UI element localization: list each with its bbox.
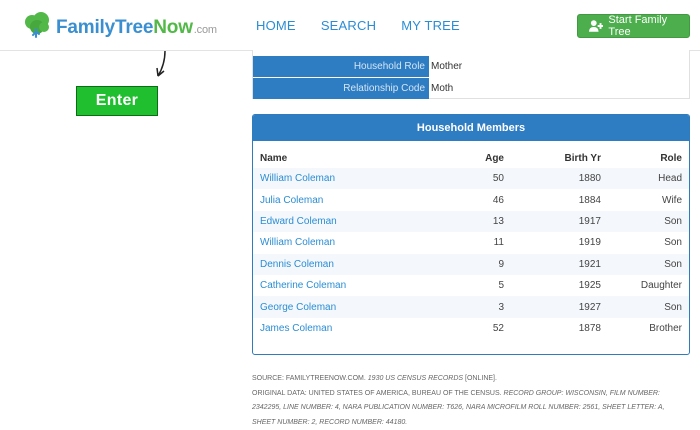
logo-now: Now <box>153 17 193 38</box>
member-birth-yr: 1880 <box>511 168 608 189</box>
start-family-tree-label: Start Family Tree <box>608 14 689 38</box>
pointer-arrow-icon <box>150 50 170 82</box>
source-suffix: [ONLINE]. <box>463 375 497 382</box>
member-birth-yr: 1927 <box>511 296 608 317</box>
member-role: Brother <box>608 318 689 339</box>
table-row: Julia Coleman 46 1884 Wife <box>253 189 689 210</box>
household-members-table: Name Age Birth Yr Role William Coleman 5… <box>253 148 689 339</box>
member-age: 46 <box>437 189 511 210</box>
member-age: 52 <box>437 318 511 339</box>
member-age: 50 <box>437 168 511 189</box>
member-birth-yr: 1917 <box>511 211 608 232</box>
source-citation: SOURCE: FAMILYTREENOW.COM. 1930 US CENSU… <box>252 372 688 430</box>
member-role: Son <box>608 254 689 275</box>
relationship-code-value: Moth <box>431 78 453 99</box>
site-logo[interactable]: FamilyTreeNow.com <box>22 11 217 41</box>
member-age: 5 <box>437 275 511 296</box>
table-row: Edward Coleman 13 1917 Son <box>253 211 689 232</box>
tree-logo-icon <box>22 11 52 41</box>
nav-search[interactable]: SEARCH <box>321 18 376 33</box>
col-name-header: Name <box>253 148 437 168</box>
col-role-header: Role <box>608 148 689 168</box>
member-role: Son <box>608 296 689 317</box>
member-name-link[interactable]: Julia Coleman <box>253 189 437 210</box>
col-birth-yr-header: Birth Yr <box>511 148 608 168</box>
member-name-link[interactable]: William Coleman <box>253 232 437 253</box>
relationship-code-row: Relationship Code Moth <box>253 78 689 99</box>
member-name-link[interactable]: Catherine Coleman <box>253 275 437 296</box>
member-age: 11 <box>437 232 511 253</box>
household-members-title: Household Members <box>253 115 689 141</box>
member-age: 9 <box>437 254 511 275</box>
source-prefix: SOURCE: FAMILYTREENOW.COM. <box>252 375 368 382</box>
original-data-prefix: ORIGINAL DATA: UNITED STATES OF AMERICA,… <box>252 390 504 397</box>
nav-my-tree[interactable]: MY TREE <box>401 18 460 33</box>
source-line: SOURCE: FAMILYTREENOW.COM. 1930 US CENSU… <box>252 372 688 387</box>
main-nav: HOME SEARCH MY TREE <box>256 18 485 33</box>
member-name-link[interactable]: Edward Coleman <box>253 211 437 232</box>
original-data-line: ORIGINAL DATA: UNITED STATES OF AMERICA,… <box>252 387 688 430</box>
logo-family: FamilyTree <box>56 17 153 38</box>
table-row: James Coleman 52 1878 Brother <box>253 318 689 339</box>
source-title: 1930 US CENSUS RECORDS <box>368 375 463 382</box>
member-birth-yr: 1921 <box>511 254 608 275</box>
nav-home[interactable]: HOME <box>256 18 296 33</box>
site-header: FamilyTreeNow.com HOME SEARCH MY TREE St… <box>0 0 700 51</box>
logo-com: .com <box>194 24 217 36</box>
member-role: Son <box>608 232 689 253</box>
table-row: William Coleman 50 1880 Head <box>253 168 689 189</box>
logo-text: FamilyTreeNow.com <box>56 17 217 41</box>
relationship-code-label: Relationship Code <box>253 78 429 99</box>
household-role-value: Mother <box>431 56 462 77</box>
member-birth-yr: 1925 <box>511 275 608 296</box>
table-row: Catherine Coleman 5 1925 Daughter <box>253 275 689 296</box>
table-row: George Coleman 3 1927 Son <box>253 296 689 317</box>
table-row: Dennis Coleman 9 1921 Son <box>253 254 689 275</box>
member-age: 13 <box>437 211 511 232</box>
household-members-panel: Household Members Name Age Birth Yr Role… <box>252 114 690 355</box>
member-age: 3 <box>437 296 511 317</box>
member-name-link[interactable]: Dennis Coleman <box>253 254 437 275</box>
member-name-link[interactable]: George Coleman <box>253 296 437 317</box>
household-role-label: Household Role <box>253 56 429 77</box>
table-header-row: Name Age Birth Yr Role <box>253 148 689 168</box>
record-details-table: Household Role Mother Relationship Code … <box>252 50 690 99</box>
member-role: Wife <box>608 189 689 210</box>
start-family-tree-button[interactable]: Start Family Tree <box>577 14 690 38</box>
household-role-row: Household Role Mother <box>253 56 689 77</box>
member-role: Head <box>608 168 689 189</box>
enter-button[interactable]: Enter <box>76 86 158 116</box>
member-name-link[interactable]: William Coleman <box>253 168 437 189</box>
col-age-header: Age <box>437 148 511 168</box>
add-person-icon <box>588 19 603 33</box>
member-name-link[interactable]: James Coleman <box>253 318 437 339</box>
member-role: Son <box>608 211 689 232</box>
member-birth-yr: 1884 <box>511 189 608 210</box>
member-birth-yr: 1919 <box>511 232 608 253</box>
member-birth-yr: 1878 <box>511 318 608 339</box>
table-row: William Coleman 11 1919 Son <box>253 232 689 253</box>
member-role: Daughter <box>608 275 689 296</box>
